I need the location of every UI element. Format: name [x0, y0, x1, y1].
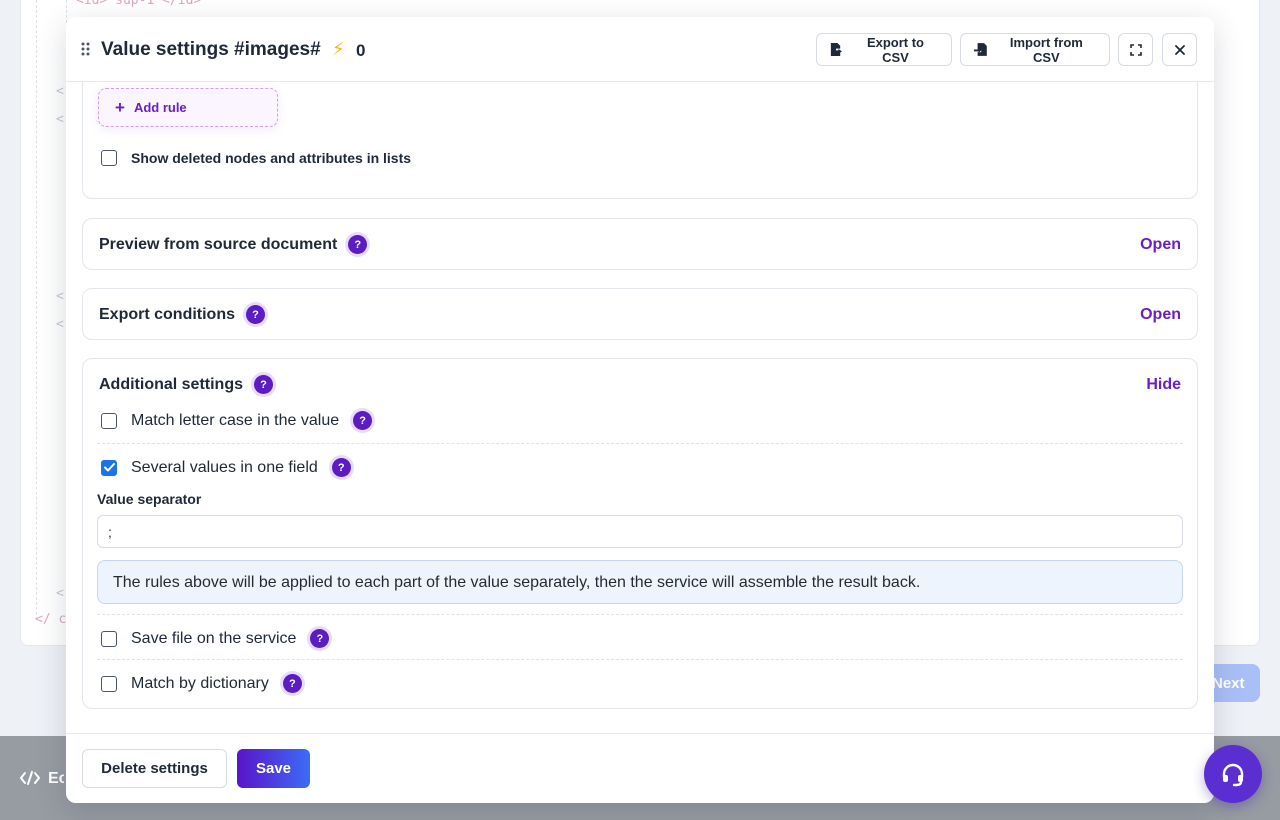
- import-csv-button[interactable]: Import from CSV: [960, 33, 1110, 66]
- export-csv-label: Export to CSV: [866, 34, 924, 65]
- code-mark: <: [56, 586, 64, 601]
- value-settings-modal: Value settings #images# ⚡ 0 Export to CS…: [66, 17, 1214, 803]
- file-import-icon: [973, 43, 987, 56]
- drag-handle-icon[interactable]: [81, 42, 91, 56]
- export-conditions-title: Export conditions ?: [99, 305, 265, 324]
- help-icon[interactable]: ?: [310, 629, 330, 648]
- close-button[interactable]: [1162, 33, 1197, 66]
- checkmark-icon: [103, 463, 115, 472]
- preview-panel-title: Preview from source document ?: [99, 235, 368, 254]
- footer-brand[interactable]: Ec: [19, 770, 64, 788]
- row-divider: [97, 659, 1183, 660]
- show-deleted-checkbox[interactable]: [101, 150, 117, 166]
- plus-icon: +: [115, 98, 125, 117]
- help-icon[interactable]: ?: [353, 411, 373, 430]
- value-separator-label: Value separator: [97, 491, 202, 507]
- match-case-checkbox[interactable]: [101, 412, 117, 429]
- code-indent-guide: [36, 0, 37, 620]
- help-icon[interactable]: ?: [246, 305, 265, 324]
- match-case-label: Match letter case in the value: [131, 411, 340, 429]
- fullscreen-button[interactable]: [1118, 33, 1153, 66]
- help-icon[interactable]: ?: [282, 674, 302, 693]
- code-slash-icon: [19, 771, 41, 785]
- export-conditions-open-link[interactable]: Open: [1140, 306, 1181, 324]
- bolt-count: 0: [356, 41, 366, 60]
- add-rule-label: Add rule: [133, 100, 187, 115]
- save-file-row[interactable]: Save file on the service ?: [101, 629, 330, 648]
- show-deleted-label: Show deleted nodes and attributes in lis…: [131, 150, 412, 166]
- support-chat-button[interactable]: [1204, 745, 1262, 803]
- code-mark: <: [56, 84, 64, 99]
- save-button[interactable]: Save: [237, 749, 310, 788]
- modal-body[interactable]: + Add rule Show deleted nodes and attrib…: [66, 82, 1214, 733]
- preview-open-link[interactable]: Open: [1140, 236, 1181, 254]
- help-icon[interactable]: ?: [254, 375, 273, 394]
- modal-title: Value settings #images#: [101, 39, 321, 60]
- match-case-row[interactable]: Match letter case in the value ?: [101, 411, 373, 430]
- several-values-row[interactable]: Several values in one field ?: [101, 458, 351, 477]
- import-csv-label: Import from CSV: [1009, 34, 1083, 65]
- dictionary-row[interactable]: Match by dictionary ?: [101, 674, 302, 693]
- code-mark: <: [56, 289, 64, 304]
- help-icon[interactable]: ?: [348, 235, 368, 254]
- code-mark: <: [56, 112, 64, 127]
- help-icon[interactable]: ?: [331, 458, 351, 477]
- additional-settings-hide-link[interactable]: Hide: [1146, 376, 1181, 394]
- additional-settings-title-text: Additional settings: [99, 375, 243, 393]
- code-mark: <: [56, 317, 64, 332]
- several-values-label: Several values in one field: [131, 458, 318, 476]
- modal-header: Value settings #images# ⚡ 0 Export to CS…: [66, 17, 1214, 82]
- expand-icon: [1129, 43, 1142, 56]
- bolt-icon: ⚡: [332, 39, 345, 59]
- export-csv-button[interactable]: Export to CSV: [816, 33, 952, 66]
- dictionary-label: Match by dictionary: [131, 674, 269, 692]
- code-close-tag: </ c: [35, 612, 67, 627]
- delete-settings-button[interactable]: Delete settings: [82, 749, 227, 788]
- preview-title-text: Preview from source document: [99, 235, 338, 253]
- footer-brand-label: Ec: [48, 770, 64, 787]
- code-line-top: <id> sup-1 </id>: [76, 0, 202, 8]
- dictionary-checkbox[interactable]: [101, 675, 117, 692]
- file-export-icon: [830, 42, 843, 57]
- add-rule-button[interactable]: + Add rule: [98, 88, 278, 127]
- close-icon: [1174, 44, 1185, 55]
- additional-settings-panel: Additional settings ? Hide Match letter …: [82, 358, 1198, 709]
- save-file-label: Save file on the service: [131, 629, 297, 647]
- several-values-checkbox[interactable]: [101, 459, 117, 476]
- additional-settings-title: Additional settings ?: [99, 375, 273, 394]
- export-conditions-panel[interactable]: Export conditions ? Open: [82, 288, 1198, 340]
- row-divider: [97, 443, 1183, 444]
- show-deleted-row[interactable]: Show deleted nodes and attributes in lis…: [101, 150, 411, 166]
- value-separator-input[interactable]: [97, 515, 1183, 548]
- export-conditions-title-text: Export conditions: [99, 305, 235, 323]
- modal-footer: Delete settings Save: [66, 733, 1214, 803]
- row-divider: [97, 614, 1183, 615]
- rules-panel: + Add rule Show deleted nodes and attrib…: [82, 82, 1198, 199]
- save-file-checkbox[interactable]: [101, 630, 117, 647]
- separator-info-note: The rules above will be applied to each …: [97, 560, 1183, 604]
- headset-icon: [1222, 763, 1244, 787]
- preview-panel[interactable]: Preview from source document ? Open: [82, 218, 1198, 270]
